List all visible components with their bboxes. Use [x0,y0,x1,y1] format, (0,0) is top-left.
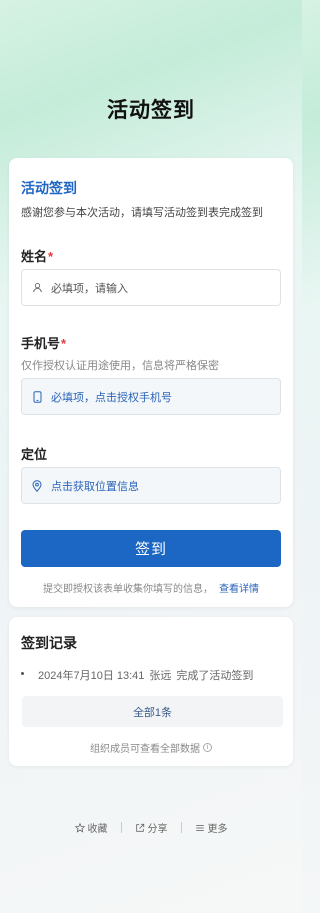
phone-label-text: 手机号 [21,336,61,351]
record-time: 2024年7月10日 13:41 [38,670,145,682]
get-location-text: 点击获取位置信息 [51,480,139,493]
required-mark: * [48,249,54,264]
required-mark: * [61,336,67,351]
favorite-button[interactable]: 收藏 [62,820,121,835]
consent-text: 提交即授权该表单收集你填写的信息， [43,584,213,595]
get-location-button[interactable]: 点击获取位置信息 [21,467,281,504]
view-all-records-button[interactable]: 全部1条 [22,696,283,727]
record-list-item: 2024年7月10日 13:41 张远 完成了活动签到 [21,667,253,683]
name-label-text: 姓名 [21,249,48,264]
form-description: 感谢您参与本次活动，请填写活动签到表完成签到 [21,207,263,219]
signin-form-card: 活动签到 感谢您参与本次活动，请填写活动签到表完成签到 姓名* 必填项，请输入 … [9,158,293,607]
user-icon [30,281,44,295]
star-icon [74,822,85,833]
records-permission-note: 组织成员可查看全部数据 i [9,740,293,755]
name-input[interactable]: 必填项，请输入 [21,269,281,306]
share-icon [135,823,144,832]
authorize-phone-button[interactable]: 必填项，点击授权手机号 [21,378,281,415]
bullet-dot [21,671,24,675]
menu-icon [195,824,204,831]
more-label: 更多 [207,824,228,835]
signin-records-card: 签到记录 2024年7月10日 13:41 张远 完成了活动签到 全部1条 组织… [9,617,293,766]
submit-signin-button[interactable]: 签到 [21,530,281,567]
record-user: 张远 [149,670,172,682]
record-action: 完成了活动签到 [176,670,254,682]
phone-icon [30,390,44,404]
view-details-link[interactable]: 查看详情 [219,584,259,595]
consent-notice: 提交即授权该表单收集你填写的信息， 查看详情 [9,580,293,595]
location-field-label: 定位 [21,447,48,462]
footer-actions: 收藏 分享 更多 [0,820,302,835]
more-button[interactable]: 更多 [182,820,241,835]
records-title: 签到记录 [21,635,77,651]
share-label: 分享 [147,824,168,835]
location-pin-icon [30,479,44,493]
records-note-text: 组织成员可查看全部数据 [90,744,200,755]
authorize-phone-text: 必填项，点击授权手机号 [51,391,172,404]
favorite-label: 收藏 [87,824,108,835]
name-input-placeholder: 必填项，请输入 [51,282,128,295]
form-heading: 活动签到 [21,180,77,196]
phone-field-label: 手机号* [21,333,66,352]
info-icon[interactable]: i [203,743,212,752]
page-title: 活动签到 [107,99,195,122]
name-field-label: 姓名* [21,246,53,265]
phone-field-hint: 仅作授权认证用途使用，信息将严格保密 [21,360,219,372]
share-button[interactable]: 分享 [122,820,181,835]
